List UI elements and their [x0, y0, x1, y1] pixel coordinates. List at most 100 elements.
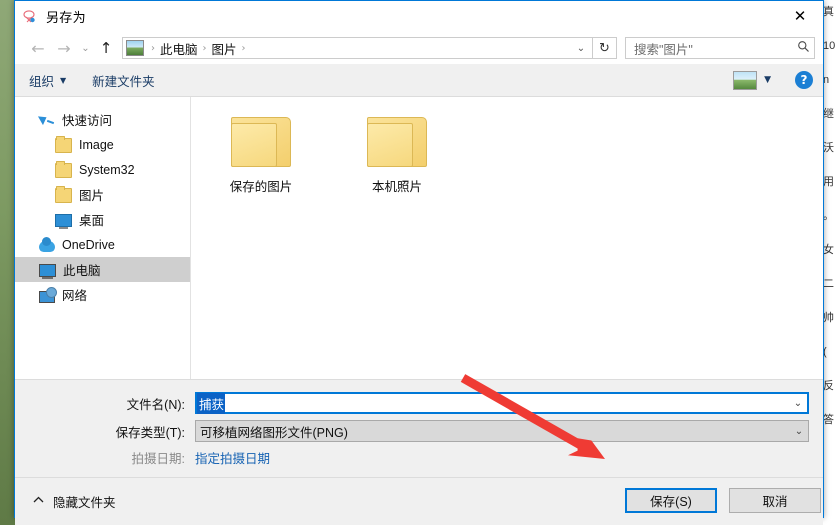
capture-date-row: 拍摄日期: 指定拍摄日期: [15, 448, 809, 467]
filename-label: 文件名(N):: [126, 397, 185, 412]
up-button[interactable]: ↑: [94, 35, 118, 61]
save-form: 文件名(N): 捕获 ⌄ 保存类型(T): 可移植网络图形文件(PNG) ⌄ 拍…: [15, 379, 823, 477]
sidebar-item-5[interactable]: OneDrive: [15, 232, 190, 257]
background-text-fragment: 继: [823, 108, 834, 120]
hide-folders-label: 隐藏文件夹: [53, 496, 116, 510]
filetype-label: 保存类型(T):: [115, 425, 185, 440]
sidebar-item-3[interactable]: 图片: [15, 182, 190, 207]
sidebar-item-label: 桌面: [79, 214, 105, 228]
search-input[interactable]: 搜索"图片": [634, 39, 797, 58]
dialog-body: 快速访问 Image System32 图片桌面 OneDrive 此电脑网络 保存的图片…: [15, 97, 823, 379]
network-icon: [39, 286, 57, 303]
breadcrumb-separator: ›: [241, 42, 246, 54]
snipping-tool-icon: [22, 9, 38, 25]
save-as-dialog: 另存为 ✕ ← → ⌄ ↑ › 此电脑 › 图片 › ⌄ ↻ 搜索"图片" 组织…: [14, 0, 824, 525]
background-text-fragment: 答: [823, 414, 834, 426]
screen: 真 10 n 继沃用。女二帅 ( 反答 另存为 ✕ ← → ⌄ ↑ › 此电脑 › …: [0, 0, 840, 525]
breadcrumb-item-this-pc[interactable]: 此电脑: [160, 39, 198, 58]
file-item[interactable]: 保存的图片: [217, 115, 305, 195]
breadcrumb-dropdown-icon[interactable]: ⌄: [570, 38, 592, 58]
file-grid: 保存的图片 本机照片: [217, 115, 823, 195]
forward-button[interactable]: →: [51, 35, 77, 61]
background-text-fragment: 反: [823, 380, 834, 392]
folder-icon: [365, 115, 429, 167]
new-folder-button[interactable]: 新建文件夹: [92, 71, 155, 90]
breadcrumb-separator: ›: [202, 42, 207, 54]
sidebar-item-label: 图片: [79, 189, 105, 203]
background-text-fragment: 用: [823, 176, 834, 188]
help-icon[interactable]: ?: [795, 71, 813, 89]
folder-icon: [55, 136, 72, 153]
breadcrumb-item-pictures[interactable]: 图片: [212, 39, 237, 58]
breadcrumb-separator: ›: [151, 42, 155, 54]
breadcrumb[interactable]: › 此电脑 › 图片 › ⌄: [122, 37, 593, 59]
toolbar: 组织 ▼ 新建文件夹 ▼ ?: [15, 64, 823, 97]
hide-folders-button[interactable]: 隐藏文件夹: [33, 492, 116, 511]
view-chevron-down-icon[interactable]: ▼: [764, 75, 771, 85]
sidebar-item-label: System32: [79, 162, 135, 177]
cancel-button[interactable]: 取消: [729, 488, 821, 513]
sidebar-item-2[interactable]: System32: [15, 157, 190, 182]
sidebar-item-6[interactable]: 此电脑: [15, 257, 190, 282]
title-bar[interactable]: 另存为 ✕: [15, 1, 823, 32]
refresh-icon[interactable]: ↻: [593, 37, 617, 59]
sidebar-item-0[interactable]: 快速访问: [15, 107, 190, 132]
sidebar-item-label: Image: [79, 137, 114, 152]
background-text-fragment: 二: [823, 278, 834, 290]
sidebar-item-label: 快速访问: [62, 114, 113, 128]
chevron-down-icon[interactable]: ⌄: [789, 394, 807, 412]
filetype-value: 可移植网络图形文件(PNG): [200, 425, 348, 440]
view-layout-icon[interactable]: [733, 70, 758, 90]
pictures-folder-icon: [126, 40, 144, 56]
desktop-icon: [55, 214, 72, 229]
background-text-fragment: 10: [823, 40, 836, 52]
background-text-fragment: 真: [823, 6, 834, 18]
navigation-bar: ← → ⌄ ↑ › 此电脑 › 图片 › ⌄ ↻ 搜索"图片": [15, 32, 823, 64]
search-box[interactable]: 搜索"图片": [625, 37, 815, 59]
close-icon[interactable]: ✕: [777, 1, 823, 31]
pin-icon: [39, 112, 55, 128]
search-icon: [797, 40, 810, 57]
background-text-fragment: 。: [823, 210, 834, 222]
filename-row: 文件名(N): 捕获 ⌄: [15, 392, 809, 414]
sidebar-item-1[interactable]: Image: [15, 132, 190, 157]
this-pc-icon: [39, 264, 56, 279]
folder-icon: [55, 186, 72, 203]
dialog-footer: 隐藏文件夹 保存(S) 取消: [15, 477, 823, 525]
folder-icon: [55, 161, 72, 178]
filetype-row: 保存类型(T): 可移植网络图形文件(PNG) ⌄: [15, 420, 809, 442]
specify-capture-date-link[interactable]: 指定拍摄日期: [195, 448, 270, 467]
chevron-up-icon: [33, 496, 44, 507]
capture-date-label: 拍摄日期:: [131, 452, 185, 466]
file-list-pane[interactable]: 保存的图片 本机照片: [191, 97, 823, 379]
back-button[interactable]: ←: [25, 35, 51, 61]
window-title: 另存为: [46, 10, 86, 25]
filename-input[interactable]: 捕获 ⌄: [195, 392, 809, 414]
background-text-fragment: 帅: [823, 312, 834, 324]
sidebar-item-label: 网络: [62, 289, 88, 303]
folder-icon: [229, 115, 293, 167]
background-text-fragment: (: [823, 346, 827, 358]
navigation-sidebar: 快速访问 Image System32 图片桌面 OneDrive 此电脑网络: [15, 97, 191, 379]
background-text-fragment: 沃: [823, 142, 834, 154]
file-name-label: 本机照片: [371, 180, 422, 194]
filename-value: 捕获: [197, 392, 226, 414]
sidebar-item-label: OneDrive: [62, 237, 115, 252]
sidebar-item-4[interactable]: 桌面: [15, 207, 190, 232]
recent-locations-button[interactable]: ⌄: [77, 35, 94, 61]
organize-label: 组织: [29, 74, 55, 89]
cloud-icon: [39, 236, 55, 252]
file-name-label: 保存的图片: [229, 180, 293, 194]
sidebar-item-7[interactable]: 网络: [15, 282, 190, 307]
background-text-fragment: 女: [823, 244, 834, 256]
chevron-down-icon[interactable]: ⌄: [790, 421, 808, 441]
chevron-down-icon: ▼: [60, 75, 67, 85]
background-text-fragment: n: [823, 74, 830, 86]
save-button[interactable]: 保存(S): [625, 488, 717, 513]
organize-button[interactable]: 组织 ▼: [29, 71, 66, 90]
sidebar-item-label: 此电脑: [63, 264, 101, 278]
background-window-text: 真 10 n 继沃用。女二帅 ( 反答: [823, 0, 840, 426]
file-item[interactable]: 本机照片: [353, 115, 441, 195]
background-window[interactable]: 真 10 n 继沃用。女二帅 ( 反答: [822, 0, 840, 525]
filetype-select[interactable]: 可移植网络图形文件(PNG) ⌄: [195, 420, 809, 442]
